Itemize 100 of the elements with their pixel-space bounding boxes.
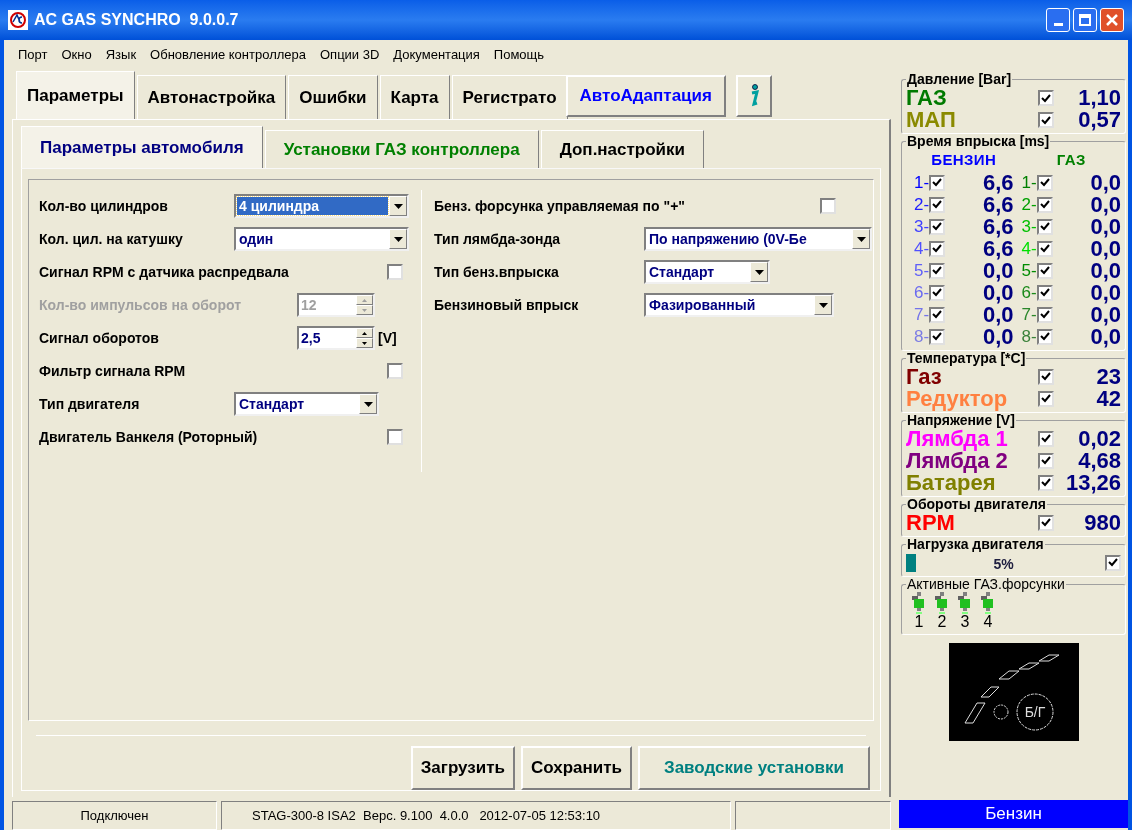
- checkmark-icon: [1041, 434, 1051, 443]
- setting-label: Кол. цил. на катушку: [39, 231, 183, 248]
- dropdown-arrow-button[interactable]: [359, 394, 377, 415]
- checkbox[interactable]: [1038, 368, 1054, 385]
- tab[interactable]: Параметры автомобиля: [21, 125, 263, 168]
- injection-value: 0,0: [1089, 237, 1121, 260]
- checkmark-icon: [1039, 310, 1050, 319]
- checkbox[interactable]: [1036, 218, 1053, 235]
- menu-item[interactable]: Порт: [18, 45, 48, 65]
- injection-value: 0,0: [1089, 281, 1121, 304]
- checkbox[interactable]: [929, 328, 946, 345]
- checkbox[interactable]: [1038, 452, 1054, 469]
- checkmark-icon: [1041, 394, 1051, 403]
- dropdown[interactable]: 4 цилиндра: [234, 194, 409, 219]
- cylinder-label: 5-: [1021, 262, 1037, 279]
- tab[interactable]: Параметры: [16, 70, 135, 119]
- maximize-button[interactable]: [1073, 8, 1097, 32]
- close-button[interactable]: [1100, 8, 1124, 32]
- cylinder-label: 6-: [914, 284, 930, 301]
- checkbox[interactable]: [929, 306, 946, 323]
- checkmark-icon: [1041, 518, 1051, 527]
- tab[interactable]: Доп.настройки: [540, 129, 705, 168]
- checkbox[interactable]: [1036, 328, 1053, 345]
- menu-item[interactable]: Окно: [61, 45, 92, 65]
- injection-value: 0,0: [1089, 193, 1121, 216]
- tab[interactable]: Установки ГАЗ контроллера: [264, 129, 539, 168]
- checkbox[interactable]: [929, 174, 946, 191]
- checkbox[interactable]: [1038, 390, 1054, 407]
- injection-value: 6,6: [981, 215, 1014, 238]
- caret-icon: [754, 269, 764, 275]
- checkbox[interactable]: [1036, 174, 1053, 191]
- caret-icon: [363, 401, 373, 407]
- checkbox[interactable]: [387, 429, 403, 446]
- checkmark-icon: [1041, 372, 1051, 381]
- menu-item[interactable]: Обновление контроллера: [150, 45, 306, 65]
- minimize-button[interactable]: [1046, 8, 1070, 32]
- number-spinner[interactable]: 2,5: [297, 326, 375, 351]
- checkbox[interactable]: [929, 218, 946, 235]
- checkbox[interactable]: [1038, 112, 1054, 128]
- setting-label: Сигнал RPM с датчика распредвала: [39, 262, 289, 282]
- checkbox[interactable]: [387, 363, 403, 380]
- maximize-icon: [1079, 14, 1091, 26]
- spin-down-icon[interactable]: [356, 338, 373, 349]
- spin-up-icon[interactable]: [356, 328, 373, 339]
- dropdown-arrow-button[interactable]: [750, 262, 768, 283]
- dropdown-arrow-button[interactable]: [389, 229, 407, 250]
- checkbox[interactable]: [1036, 240, 1053, 257]
- unit-label: [V]: [378, 328, 397, 348]
- dropdown[interactable]: один: [234, 227, 409, 252]
- dropdown-arrow-button[interactable]: [814, 295, 832, 316]
- checkbox[interactable]: [1105, 554, 1121, 571]
- dropdown[interactable]: Фазированный: [644, 293, 834, 318]
- menu-item[interactable]: Документация: [393, 45, 480, 65]
- injection-value: 6,6: [981, 171, 1014, 194]
- checkbox[interactable]: [387, 264, 403, 281]
- checkbox[interactable]: [820, 198, 836, 215]
- dropdown[interactable]: Стандарт: [234, 392, 379, 417]
- caret-icon: [393, 203, 403, 209]
- menu-item[interactable]: Язык: [105, 45, 137, 65]
- auto-adapt-button[interactable]: АвтоАдаптация: [565, 74, 726, 117]
- column-header: БЕНЗИН: [930, 150, 998, 170]
- injection-value: 0,0: [1089, 215, 1121, 238]
- checkmark-icon: [1041, 115, 1051, 125]
- menu-item[interactable]: Опции 3D: [320, 45, 380, 65]
- checkbox[interactable]: [1038, 430, 1054, 447]
- tab[interactable]: Карта: [379, 74, 450, 119]
- sensor-value: 42: [1095, 387, 1121, 410]
- checkbox[interactable]: [1036, 196, 1053, 213]
- injection-value: 0,0: [981, 303, 1014, 326]
- dropdown-arrow-button[interactable]: [389, 196, 407, 217]
- info-button[interactable]: [735, 74, 772, 117]
- caret-icon: [856, 236, 866, 242]
- checkbox[interactable]: [1036, 262, 1053, 279]
- dropdown[interactable]: Стандарт: [644, 260, 770, 285]
- checkbox[interactable]: [1036, 306, 1053, 323]
- checkbox[interactable]: [929, 262, 946, 279]
- tab[interactable]: Ошибки: [288, 74, 378, 119]
- checkbox[interactable]: [1036, 284, 1053, 301]
- checkmark-icon: [1039, 244, 1050, 253]
- checkbox[interactable]: [1038, 474, 1054, 491]
- checkbox[interactable]: [929, 196, 946, 213]
- checkmark-icon: [1039, 200, 1050, 209]
- checkbox[interactable]: [929, 284, 946, 301]
- checkbox[interactable]: [1038, 90, 1054, 106]
- checkmark-icon: [1041, 478, 1051, 487]
- action-button[interactable]: Загрузить: [410, 745, 515, 790]
- checkbox[interactable]: [929, 240, 946, 257]
- close-icon: [1106, 14, 1118, 26]
- checkbox[interactable]: [1038, 514, 1054, 531]
- tab[interactable]: Регистрато: [451, 74, 568, 119]
- sensor-value: 13,26: [1064, 471, 1121, 494]
- dropdown-arrow-button[interactable]: [852, 229, 870, 250]
- tab[interactable]: Автонастройка: [136, 74, 287, 119]
- caret-icon: [393, 236, 403, 242]
- action-button[interactable]: Заводские установки: [638, 745, 870, 790]
- dropdown[interactable]: По напряжению (0V-Бе: [644, 227, 872, 252]
- action-button[interactable]: Сохранить: [521, 745, 632, 790]
- group-title: Давление [Bar]: [906, 72, 1013, 87]
- cylinder-label: 7-: [1021, 306, 1037, 323]
- menu-item[interactable]: Помощь: [493, 45, 545, 65]
